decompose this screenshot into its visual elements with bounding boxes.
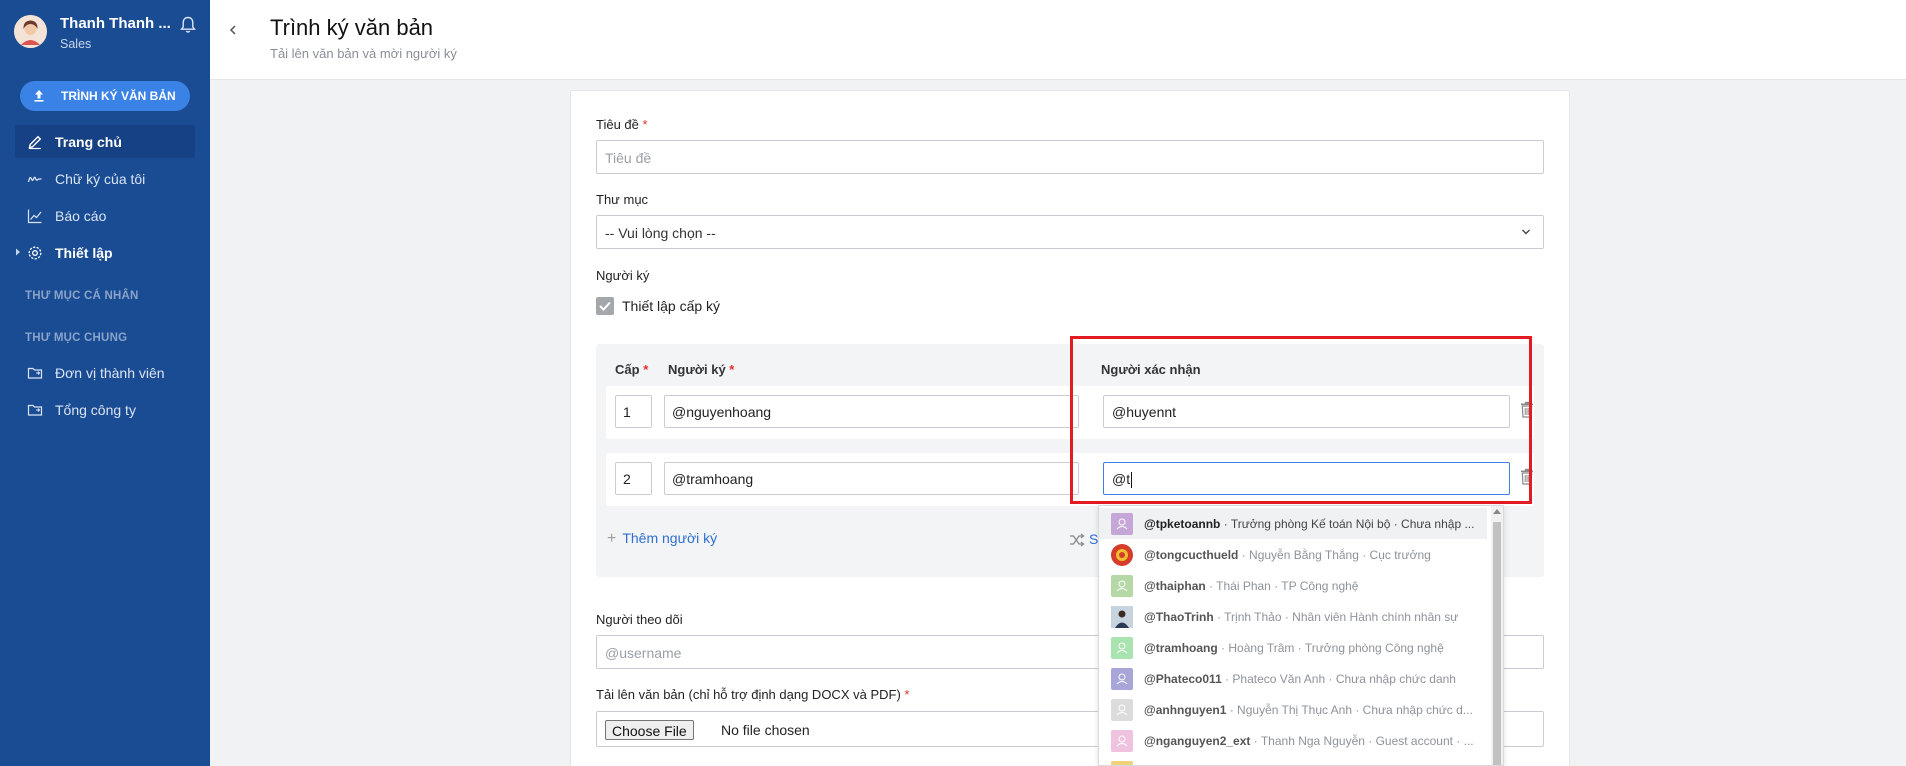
column-header-level: Cấp * — [615, 362, 649, 377]
signature-icon — [27, 176, 42, 183]
shuffle-icon — [1070, 533, 1085, 547]
avatar — [1111, 544, 1133, 566]
suggestion-item[interactable]: @tramhoang · Hoàng Trâm · Trưởng phòng C… — [1099, 632, 1487, 663]
suggestion-username: @thaiphan — [1144, 579, 1206, 593]
avatar — [1111, 637, 1133, 659]
followers-label: Người theo dõi — [596, 612, 683, 627]
section-personal-folders: THƯ MỤC CÁ NHÂN — [25, 290, 139, 302]
confirmer-highlight-box — [1070, 336, 1532, 504]
page-subtitle: Tải lên văn bản và mời người ký — [270, 46, 457, 61]
scroll-thumb[interactable] — [1493, 522, 1501, 765]
folder-item-label: Tổng công ty — [55, 402, 136, 418]
suggestion-description: · Phateco Văn Anh · Chưa nhập chức danh — [1221, 672, 1456, 686]
suggestion-username: @anhnguyen1 — [1144, 703, 1227, 717]
nav-item-label: Chữ ký của tôi — [55, 171, 146, 187]
avatar — [1111, 699, 1133, 721]
level-input[interactable]: 2 — [615, 462, 652, 495]
suggestion-item[interactable]: @nganguyen2_ext · Thanh Nga Nguyễn · Gue… — [1099, 725, 1487, 756]
title-input[interactable]: Tiêu đề — [596, 140, 1544, 174]
signer-input[interactable]: @tramhoang — [664, 462, 1079, 495]
folder-select-value: -- Vui lòng chọn -- — [605, 225, 716, 241]
caret-right-icon — [16, 248, 20, 256]
add-signer-button[interactable]: + Thêm người ký — [607, 530, 717, 548]
suggestion-item[interactable]: @anhnguyen1 · Nguyễn Thị Thục Anh · Chưa… — [1099, 694, 1487, 725]
choose-file-button[interactable]: Choose File — [605, 720, 694, 740]
avatar — [1111, 606, 1133, 628]
suggestion-description: · Nguyễn Bằng Thắng · Cục trưởng — [1238, 548, 1431, 562]
suggestion-item[interactable]: @ThaoTrinh · Trịnh Thảo · Nhân viên Hành… — [1099, 601, 1487, 632]
suggestion-item[interactable]: @tongcucthueld · Nguyễn Bằng Thắng · Cục… — [1099, 539, 1487, 570]
shuffle-button[interactable]: S — [1069, 531, 1098, 547]
suggestion-description: · Trịnh Thảo · Nhân viên Hành chính nhân… — [1213, 610, 1459, 624]
avatar — [1111, 761, 1133, 765]
nav-item-label: Báo cáo — [55, 208, 107, 224]
avatar — [1111, 575, 1133, 597]
folder-icon — [27, 404, 43, 416]
user-profile[interactable]: Thanh Thanh ... Sales — [14, 14, 204, 54]
pen-icon — [28, 135, 42, 150]
mention-suggestions-dropdown: @tpketoannb · Trưởng phòng Kế toán Nội b… — [1098, 505, 1504, 766]
avatar — [1111, 668, 1133, 690]
nav-item-settings[interactable]: Thiết lập — [15, 236, 195, 269]
folder-icon — [27, 367, 43, 379]
upload-label: Tải lên văn bản (chỉ hỗ trợ định dạng DO… — [596, 687, 910, 702]
suggestion-description: · Trưởng phòng Kế toán Nội bộ · Chưa nhậ… — [1220, 517, 1475, 531]
suggestion-description: · Thanh Nga Nguyễn · Guest account · ... — [1250, 734, 1474, 748]
avatar — [1111, 730, 1133, 752]
avatar — [1111, 513, 1133, 535]
avatar — [14, 15, 47, 48]
nav-item-label: Trang chủ — [55, 134, 122, 150]
title-label: Tiêu đề * — [596, 117, 648, 132]
back-icon[interactable] — [227, 22, 239, 38]
folder-label: Thư mục — [596, 192, 649, 207]
nav-item-my-signature[interactable]: Chữ ký của tôi — [15, 162, 195, 195]
chart-line-icon — [27, 209, 42, 224]
nav-item-home[interactable]: Trang chủ — [15, 125, 195, 158]
suggestion-username: @ThaoTrinh — [1144, 610, 1214, 624]
signer-input[interactable]: @nguyenhoang — [664, 395, 1079, 428]
file-status: No file chosen — [721, 722, 810, 738]
scroll-up-arrow-icon[interactable] — [1493, 509, 1501, 514]
upload-icon — [34, 90, 44, 102]
gear-icon — [28, 246, 42, 260]
section-shared-folders: THƯ MỤC CHUNG — [25, 332, 128, 344]
setup-levels-checkbox[interactable] — [596, 297, 614, 315]
plus-icon: + — [607, 530, 617, 547]
suggestion-item[interactable]: @thaiphan · Thái Phan · TP Công nghệ — [1099, 570, 1487, 601]
chevron-down-icon — [1522, 229, 1530, 235]
folder-item-corporation[interactable]: Tổng công ty — [15, 393, 195, 426]
suggestion-username: @nganguyen2_ext — [1144, 734, 1251, 748]
suggestion-item[interactable]: @Phateco011 · Phateco Văn Anh · Chưa nhậ… — [1099, 663, 1487, 694]
sidebar: Thanh Thanh ... Sales TRÌNH KÝ VĂN BẢN T… — [0, 0, 210, 766]
suggestion-item[interactable]: @tpketoannb · Trưởng phòng Kế toán Nội b… — [1099, 508, 1487, 539]
folder-item-label: Đơn vị thành viên — [55, 365, 165, 381]
level-input[interactable]: 1 — [615, 395, 652, 428]
submit-document-label: TRÌNH KÝ VĂN BẢN — [61, 89, 176, 103]
dropdown-scrollbar[interactable] — [1491, 506, 1503, 765]
suggestion-description: · Thái Phan · TP Công nghệ — [1205, 579, 1359, 593]
suggestion-username: @tramhoang — [1144, 641, 1218, 655]
column-header-signer: Người ký * — [668, 362, 735, 377]
suggestion-username: @Phateco011 — [1144, 672, 1222, 686]
suggestion-description: · Nguyễn Thị Thục Anh · Chưa nhập chức d… — [1226, 703, 1473, 717]
user-name: Thanh Thanh ... — [60, 15, 171, 32]
bell-icon[interactable] — [180, 16, 196, 34]
suggestion-username: @tpketoannb — [1144, 517, 1221, 531]
check-icon — [599, 301, 611, 311]
suggestion-description: · Hoàng Trâm · Trưởng phòng Công nghệ — [1217, 641, 1444, 655]
folder-select[interactable]: -- Vui lòng chọn -- — [596, 215, 1544, 249]
nav-item-label: Thiết lập — [55, 245, 113, 261]
submit-document-button[interactable]: TRÌNH KÝ VĂN BẢN — [20, 81, 190, 111]
page-header: Trình ký văn bản Tải lên văn bản và mời … — [210, 0, 1906, 80]
signers-label: Người ký — [596, 268, 650, 283]
suggestion-username: @tongcucthueld — [1144, 548, 1239, 562]
folder-item-member-units[interactable]: Đơn vị thành viên — [15, 356, 195, 389]
nav-item-reports[interactable]: Báo cáo — [15, 199, 195, 232]
page-title: Trình ký văn bản — [270, 15, 434, 40]
setup-levels-label: Thiết lập cấp ký — [622, 298, 721, 314]
user-role: Sales — [60, 37, 92, 51]
suggestion-item[interactable] — [1099, 756, 1487, 765]
